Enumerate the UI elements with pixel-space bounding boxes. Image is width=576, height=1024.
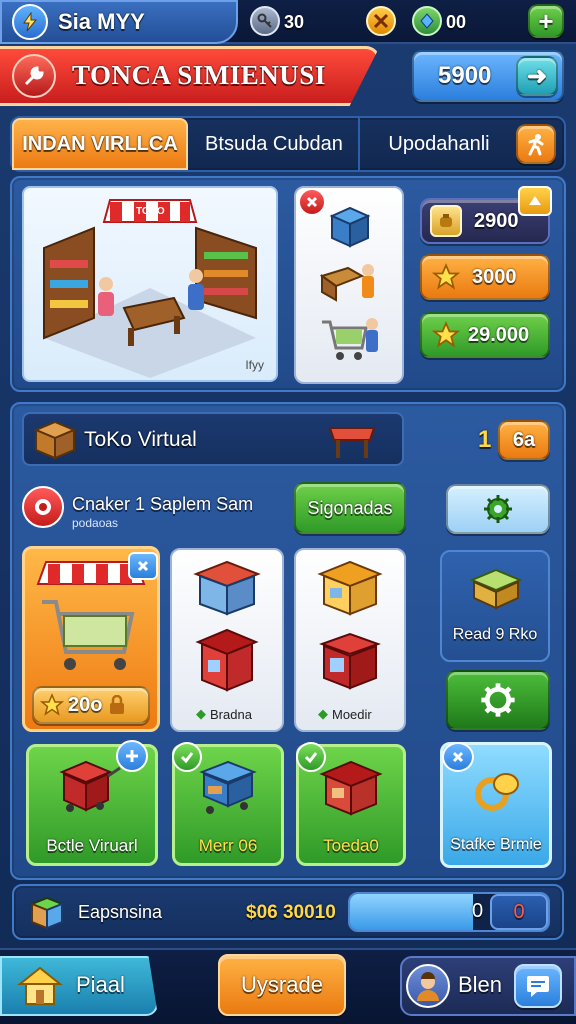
plus-icon: + — [538, 5, 554, 36]
progress-slot-a: 0 — [472, 900, 484, 922]
player-name: Sia MYY — [58, 9, 145, 34]
sigonadas-label: Sigonadas — [307, 497, 393, 518]
red-store-icon — [319, 760, 383, 816]
display-case-icon — [329, 206, 371, 248]
green-card-1-label: Bctle Viruarl — [46, 836, 138, 855]
message-icon — [527, 976, 549, 997]
bradna-text: Bradna — [210, 706, 252, 722]
settings-cog-button[interactable] — [446, 484, 550, 534]
progress-slot-box[interactable]: 0 — [490, 894, 548, 930]
tab-label: INDAN VIRLLCA — [22, 132, 178, 155]
progress-label: Eapsnsina — [78, 902, 163, 922]
upgrade-button[interactable]: Uysrade — [218, 954, 346, 1016]
gem-icon — [412, 6, 442, 36]
side-bottom-label: Stafke Brmie — [450, 836, 542, 853]
red-cooler-icon — [319, 632, 381, 690]
store-count-badge[interactable]: 6a — [498, 420, 550, 460]
arrow-right-icon: ➜ — [526, 62, 548, 90]
nav-profile-label: Blen — [458, 972, 503, 997]
nav-home-label: Piaal — [76, 972, 125, 997]
cart-close-icon[interactable] — [128, 552, 158, 580]
lock-icon — [110, 695, 125, 714]
price-value: 29.000 — [468, 323, 530, 346]
tab-btsuda-cubdan[interactable]: Btsuda Cubdan — [190, 118, 360, 170]
box-icon — [33, 420, 77, 460]
key-icon — [250, 6, 280, 36]
resource-b-value: 00 — [446, 12, 467, 32]
market-stall-icon — [328, 427, 376, 458]
player-avatar-icon[interactable] — [12, 4, 48, 40]
shop-building-icon — [193, 560, 261, 616]
star-icon — [432, 321, 460, 348]
target-icon — [22, 486, 64, 528]
tab-upodahanli[interactable]: Upodahanli — [364, 118, 514, 170]
green-card-3-label: Toeda0 — [323, 836, 379, 855]
cube-icon — [29, 896, 65, 930]
currency-value: 5900 — [438, 62, 492, 89]
moedir-label: ◆ Moedir — [318, 706, 372, 722]
cashier-icon — [319, 264, 374, 302]
price-value: 2900 — [474, 209, 519, 232]
home-icon — [17, 966, 63, 1005]
cash-register-icon — [469, 568, 523, 610]
shopping-cart-person-icon — [322, 318, 378, 360]
currency-arrow-button[interactable]: ➜ — [516, 56, 558, 96]
tab-label: Btsuda Cubdan — [205, 132, 343, 155]
moedir-text: Moedir — [332, 706, 372, 722]
coin-bag-icon — [430, 205, 462, 237]
star-icon — [432, 263, 460, 290]
add-resource-button[interactable]: + — [528, 4, 564, 38]
bonus-badge-icon[interactable] — [518, 186, 552, 216]
yellow-shop-icon — [317, 560, 383, 616]
tab-action-button[interactable] — [516, 124, 556, 164]
preview-corner-label: Ifyy — [245, 358, 264, 372]
gold-ring-icon — [475, 773, 519, 811]
resource-a-value: 30 — [284, 12, 305, 32]
green-card-2-label: Merr 06 — [198, 836, 258, 855]
side-gear-button[interactable] — [446, 670, 550, 730]
price-value: 3000 — [472, 265, 517, 288]
count-badge-label: 6a — [512, 428, 536, 451]
leaf-icon: ◆ — [196, 706, 206, 721]
upgrade-label: Uysrade — [241, 972, 323, 997]
section-subtitle: podaoas — [72, 516, 119, 530]
red-kiosk-icon — [195, 628, 259, 692]
store-name: ToKo Virtual — [84, 428, 197, 451]
leaf-icon: ◆ — [318, 706, 328, 721]
remove-icon[interactable] — [298, 188, 326, 216]
side-top-label: Read 9 Rko — [452, 626, 538, 643]
store-count: 1 — [478, 426, 492, 453]
runner-icon — [528, 134, 544, 156]
price-row-2[interactable]: 3000 — [420, 254, 550, 300]
banner-sign: TOKO — [136, 206, 165, 217]
star-icon — [40, 693, 64, 716]
price-row-3[interactable]: 29.000 — [420, 312, 550, 358]
progress-value: $06 30010 — [246, 902, 336, 923]
sigonadas-button[interactable]: Sigonadas — [294, 482, 406, 534]
progress-slot-b: 0 — [513, 900, 525, 923]
tab-label: Upodahanli — [388, 132, 490, 155]
wrench-icon — [12, 54, 56, 98]
blue-cart-icon — [199, 760, 257, 814]
gear-icon — [484, 495, 512, 523]
vending-cart-icon — [59, 760, 121, 812]
bradna-label: ◆ Bradna — [196, 706, 252, 722]
message-button[interactable] — [514, 964, 562, 1008]
tab-indan-virllca[interactable]: INDAN VIRLLCA — [12, 118, 188, 170]
progress-fill — [350, 894, 473, 930]
avatar — [406, 964, 450, 1008]
tools-icon — [366, 6, 396, 36]
store-preview-image[interactable]: TOKO Ifyy — [22, 186, 278, 382]
cart-price: 20o — [68, 693, 103, 716]
gear-icon — [481, 683, 515, 717]
page-title: TONCA SIMIENUSI — [72, 60, 326, 90]
section-title: Cnaker 1 Saplem Sam — [72, 494, 254, 514]
cart-price-button[interactable]: 20o — [32, 686, 150, 724]
